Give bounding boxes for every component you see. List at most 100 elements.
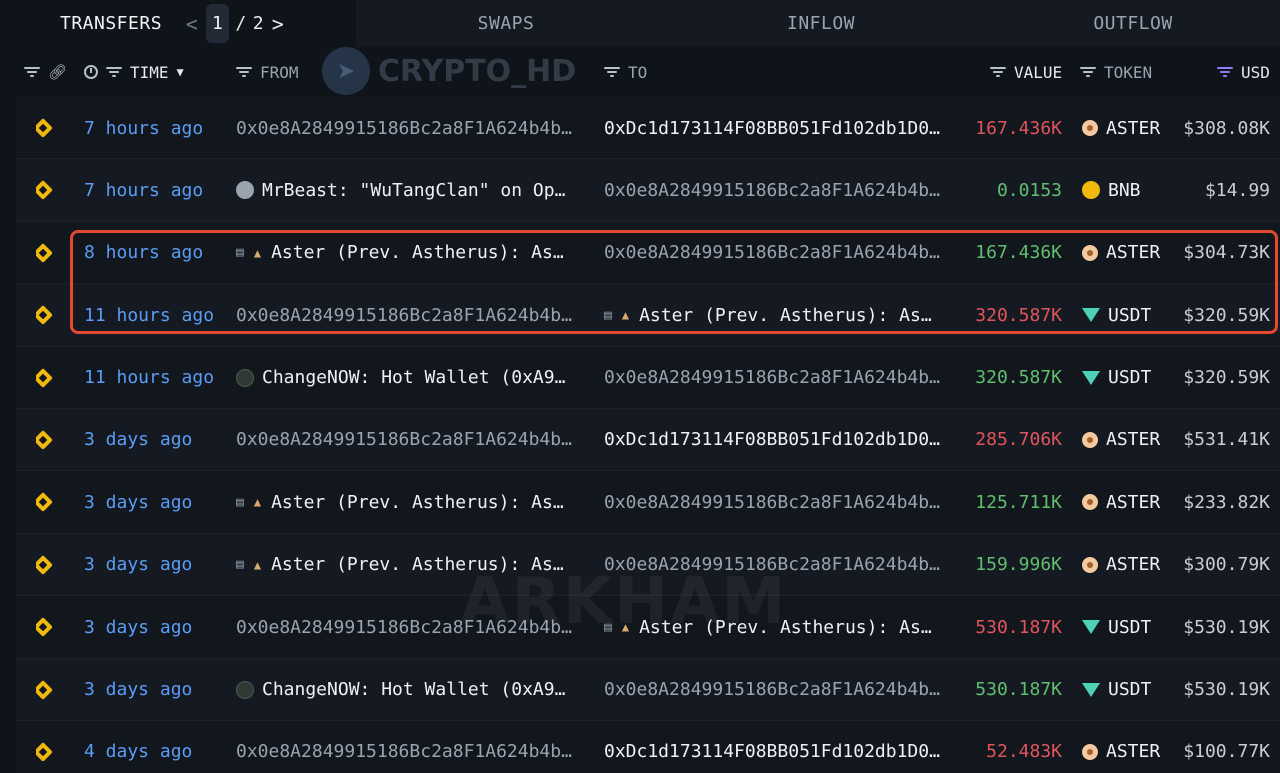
table-row[interactable]: 3 days ago 0x0e8A2849915186Bc2a8F1A624b4… xyxy=(16,408,1280,472)
table-row[interactable]: 3 days ago ▤ ▲ Aster (Prev. Astherus): As…… xyxy=(16,471,1280,534)
table-row[interactable]: 3 days ago 0x0e8A2849915186Bc2a8F1A624b4… xyxy=(16,596,1280,659)
to-entity[interactable]: ▤ ▲ Aster (Prev. Astherus): As… xyxy=(604,284,954,346)
from-entity[interactable]: ▤ ▲ Aster (Prev. Astherus): As… xyxy=(236,222,586,284)
time-link[interactable]: 11 hours ago xyxy=(84,347,234,409)
aster-token-icon xyxy=(1082,556,1098,573)
column-from[interactable]: FROM xyxy=(236,47,299,97)
column-time-label: TIME xyxy=(130,62,169,82)
token-symbol: USDT xyxy=(1108,679,1152,701)
tab-transfers[interactable]: TRANSFERS < 1 / 2 > xyxy=(0,0,356,47)
filter-icon[interactable] xyxy=(604,66,620,78)
caret-down-icon[interactable]: ▼ xyxy=(177,65,184,79)
chain-icon xyxy=(36,721,56,773)
token[interactable]: ASTER xyxy=(1082,471,1182,533)
chain-filter[interactable]: 🔗︎ xyxy=(24,47,67,97)
token[interactable]: ASTER xyxy=(1082,409,1182,471)
table-row[interactable]: 7 hours ago 0x0e8A2849915186Bc2a8F1A624b… xyxy=(16,97,1280,160)
filter-icon[interactable] xyxy=(1217,66,1233,78)
filter-icon[interactable] xyxy=(1080,66,1096,78)
usd-value: $304.73K xyxy=(1183,242,1270,264)
to-address[interactable]: 0x0e8A2849915186Bc2a8F1A624b4b… xyxy=(604,222,954,284)
page-current[interactable]: 1 xyxy=(206,4,230,43)
time-link[interactable]: 7 hours ago xyxy=(84,159,234,221)
contract-icon: ▤ xyxy=(604,307,612,323)
table-row[interactable]: 11 hours ago ChangeNOW: Hot Wallet (0xA9… xyxy=(16,346,1280,409)
token[interactable]: ASTER xyxy=(1082,97,1182,159)
to-entity[interactable]: ▤ ▲ Aster (Prev. Astherus): As… xyxy=(604,596,954,658)
tab-inflow[interactable]: INFLOW xyxy=(656,0,986,47)
table-row[interactable]: 3 days ago ▤ ▲ Aster (Prev. Astherus): As…… xyxy=(16,533,1280,597)
time-link[interactable]: 7 hours ago xyxy=(84,97,234,159)
column-value[interactable]: VALUE xyxy=(990,47,1062,97)
to-address[interactable]: 0xDc1d173114F08BB051Fd102db1D0… xyxy=(604,409,954,471)
filter-icon[interactable] xyxy=(24,66,40,78)
column-time[interactable]: TIME ▼ xyxy=(84,47,184,97)
token[interactable]: USDT xyxy=(1082,284,1182,346)
time-link[interactable]: 3 days ago xyxy=(84,409,234,471)
bnb-chain-icon xyxy=(36,118,53,138)
bnb-chain-icon xyxy=(36,430,53,450)
table-row[interactable]: 7 hours ago MrBeast: "WuTangClan" on Op…… xyxy=(16,159,1280,222)
time-link[interactable]: 4 days ago xyxy=(84,721,234,773)
chevron-right-icon[interactable]: > xyxy=(270,12,286,36)
table-row[interactable]: 8 hours ago ▤ ▲ Aster (Prev. Astherus): As… xyxy=(16,221,1280,285)
from-address[interactable]: 0x0e8A2849915186Bc2a8F1A624b4b… xyxy=(236,721,586,773)
tab-outflow[interactable]: OUTFLOW xyxy=(986,0,1280,47)
token[interactable]: ASTER xyxy=(1082,534,1182,596)
column-token[interactable]: TOKEN xyxy=(1080,47,1152,97)
column-usd[interactable]: USD xyxy=(1217,47,1270,97)
time-link[interactable]: 3 days ago xyxy=(84,659,234,721)
token[interactable]: USDT xyxy=(1082,347,1182,409)
to-address[interactable]: 0xDc1d173114F08BB051Fd102db1D0… xyxy=(604,721,954,773)
from-entity[interactable]: ChangeNOW: Hot Wallet (0xA9… xyxy=(236,659,586,721)
chain-icon xyxy=(36,534,56,596)
to-address[interactable]: 0x0e8A2849915186Bc2a8F1A624b4b… xyxy=(604,534,954,596)
column-value-label: VALUE xyxy=(1014,62,1063,82)
tab-swaps[interactable]: SWAPS xyxy=(356,0,656,47)
link-icon[interactable]: 🔗︎ xyxy=(48,63,67,81)
table-row[interactable]: 3 days ago ChangeNOW: Hot Wallet (0xA9… … xyxy=(16,658,1280,721)
contract-icon: ▤ xyxy=(604,619,612,635)
from-entity[interactable]: ▤ ▲ Aster (Prev. Astherus): As… xyxy=(236,471,586,533)
column-to[interactable]: TO xyxy=(604,47,647,97)
time-link[interactable]: 8 hours ago xyxy=(84,222,234,284)
filter-icon[interactable] xyxy=(236,66,252,78)
token-symbol: ASTER xyxy=(1106,554,1161,576)
time-link[interactable]: 11 hours ago xyxy=(84,284,234,346)
to-address[interactable]: 0x0e8A2849915186Bc2a8F1A624b4b… xyxy=(604,471,954,533)
from-entity-label: MrBeast: "WuTangClan" on Op… xyxy=(262,179,566,201)
usd-value: $308.08K xyxy=(1183,117,1270,139)
time-link[interactable]: 3 days ago xyxy=(84,471,234,533)
tab-bar: TRANSFERS < 1 / 2 > SWAPS INFLOW OUTFLOW xyxy=(0,0,1280,47)
time-link[interactable]: 3 days ago xyxy=(84,534,234,596)
to-address[interactable]: 0xDc1d173114F08BB051Fd102db1D0… xyxy=(604,97,954,159)
column-token-label: TOKEN xyxy=(1104,62,1153,82)
to-address[interactable]: 0x0e8A2849915186Bc2a8F1A624b4b… xyxy=(604,159,954,221)
chain-icon xyxy=(36,284,56,346)
from-address[interactable]: 0x0e8A2849915186Bc2a8F1A624b4b… xyxy=(236,596,586,658)
table-row[interactable]: 11 hours ago 0x0e8A2849915186Bc2a8F1A624… xyxy=(16,284,1280,347)
chain-icon xyxy=(36,409,56,471)
bnb-chain-icon xyxy=(36,554,53,575)
value: 52.483K xyxy=(986,741,1062,763)
from-address[interactable]: 0x0e8A2849915186Bc2a8F1A624b4b… xyxy=(236,409,586,471)
token[interactable]: ASTER xyxy=(1082,222,1182,284)
to-address[interactable]: 0x0e8A2849915186Bc2a8F1A624b4b… xyxy=(604,659,954,721)
filter-icon[interactable] xyxy=(106,66,122,78)
from-entity[interactable]: MrBeast: "WuTangClan" on Op… xyxy=(236,159,586,221)
from-entity-label: Aster (Prev. Astherus): As… xyxy=(271,491,564,513)
token[interactable]: USDT xyxy=(1082,596,1182,658)
filter-icon[interactable] xyxy=(990,66,1006,78)
token[interactable]: ASTER xyxy=(1082,721,1182,773)
token[interactable]: BNB xyxy=(1082,159,1182,221)
table-row[interactable]: 4 days ago 0x0e8A2849915186Bc2a8F1A624b4… xyxy=(16,720,1280,773)
from-entity[interactable]: ▤ ▲ Aster (Prev. Astherus): As… xyxy=(236,534,586,596)
to-address[interactable]: 0x0e8A2849915186Bc2a8F1A624b4b… xyxy=(604,347,954,409)
token[interactable]: USDT xyxy=(1082,659,1182,721)
chevron-left-icon[interactable]: < xyxy=(184,12,200,36)
time-link[interactable]: 3 days ago xyxy=(84,596,234,658)
from-entity[interactable]: ChangeNOW: Hot Wallet (0xA9… xyxy=(236,347,586,409)
from-address[interactable]: 0x0e8A2849915186Bc2a8F1A624b4b… xyxy=(236,97,586,159)
from-address[interactable]: 0x0e8A2849915186Bc2a8F1A624b4b… xyxy=(236,284,586,346)
token-symbol: BNB xyxy=(1108,179,1141,201)
